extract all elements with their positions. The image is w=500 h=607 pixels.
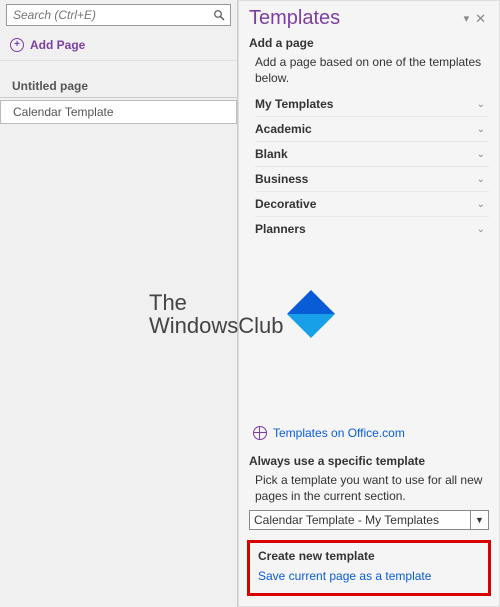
- search-box[interactable]: [6, 4, 231, 26]
- category-label: Decorative: [255, 197, 477, 211]
- create-new-template-box: Create new template Save current page as…: [247, 540, 491, 596]
- category-label: My Templates: [255, 97, 477, 111]
- page-item-calendar-template[interactable]: Calendar Template: [0, 100, 237, 124]
- plus-icon: +: [10, 38, 24, 52]
- category-business[interactable]: Business ⌄: [255, 166, 489, 191]
- category-blank[interactable]: Blank ⌄: [255, 141, 489, 166]
- category-planners[interactable]: Planners ⌄: [255, 216, 489, 241]
- page-item-untitled[interactable]: Untitled page: [0, 75, 237, 98]
- category-academic[interactable]: Academic ⌄: [255, 116, 489, 141]
- templates-office-link[interactable]: Templates on Office.com: [249, 422, 489, 444]
- add-page-button[interactable]: + Add Page: [0, 30, 237, 61]
- category-my-templates[interactable]: My Templates ⌄: [255, 92, 489, 116]
- page-list: Untitled page Calendar Template: [0, 61, 237, 124]
- always-use-description: Pick a template you want to use for all …: [249, 468, 489, 510]
- always-use-heading: Always use a specific template: [249, 454, 489, 468]
- category-decorative[interactable]: Decorative ⌄: [255, 191, 489, 216]
- close-icon[interactable]: ✕: [472, 11, 489, 27]
- search-row: [0, 0, 237, 30]
- category-label: Blank: [255, 147, 477, 161]
- add-page-label: Add Page: [30, 38, 85, 52]
- chevron-down-icon: ⌄: [477, 174, 485, 185]
- chevron-down-icon: ⌄: [477, 199, 485, 210]
- bottom-section: Templates on Office.com Always use a spe…: [249, 416, 489, 606]
- pane-header: Templates ▾ ✕: [249, 7, 489, 30]
- category-label: Business: [255, 172, 477, 186]
- category-label: Academic: [255, 122, 477, 136]
- add-page-heading: Add a page: [249, 36, 489, 50]
- chevron-down-icon[interactable]: ▼: [471, 510, 489, 530]
- chevron-down-icon: ⌄: [477, 224, 485, 235]
- chevron-down-icon: ⌄: [477, 124, 485, 135]
- watermark-logo-icon: [286, 290, 334, 338]
- template-categories: My Templates ⌄ Academic ⌄ Blank ⌄ Busine…: [249, 92, 489, 241]
- pane-title: Templates: [249, 7, 461, 30]
- office-link-label: Templates on Office.com: [273, 426, 405, 440]
- category-label: Planners: [255, 222, 477, 236]
- chevron-down-icon: ⌄: [477, 149, 485, 160]
- default-template-value: Calendar Template - My Templates: [249, 510, 471, 530]
- default-template-select[interactable]: Calendar Template - My Templates ▼: [249, 510, 489, 530]
- search-input[interactable]: [7, 8, 208, 22]
- pane-dropdown-icon[interactable]: ▾: [461, 12, 473, 25]
- save-page-as-template-link[interactable]: Save current page as a template: [258, 563, 480, 583]
- search-icon[interactable]: [208, 5, 230, 25]
- globe-icon: [253, 426, 267, 440]
- add-page-description: Add a page based on one of the templates…: [249, 50, 489, 92]
- pages-panel: + Add Page Untitled page Calendar Templa…: [0, 0, 238, 607]
- create-template-heading: Create new template: [258, 549, 480, 563]
- templates-pane: Templates ▾ ✕ Add a page Add a page base…: [238, 0, 500, 607]
- chevron-down-icon: ⌄: [477, 99, 485, 110]
